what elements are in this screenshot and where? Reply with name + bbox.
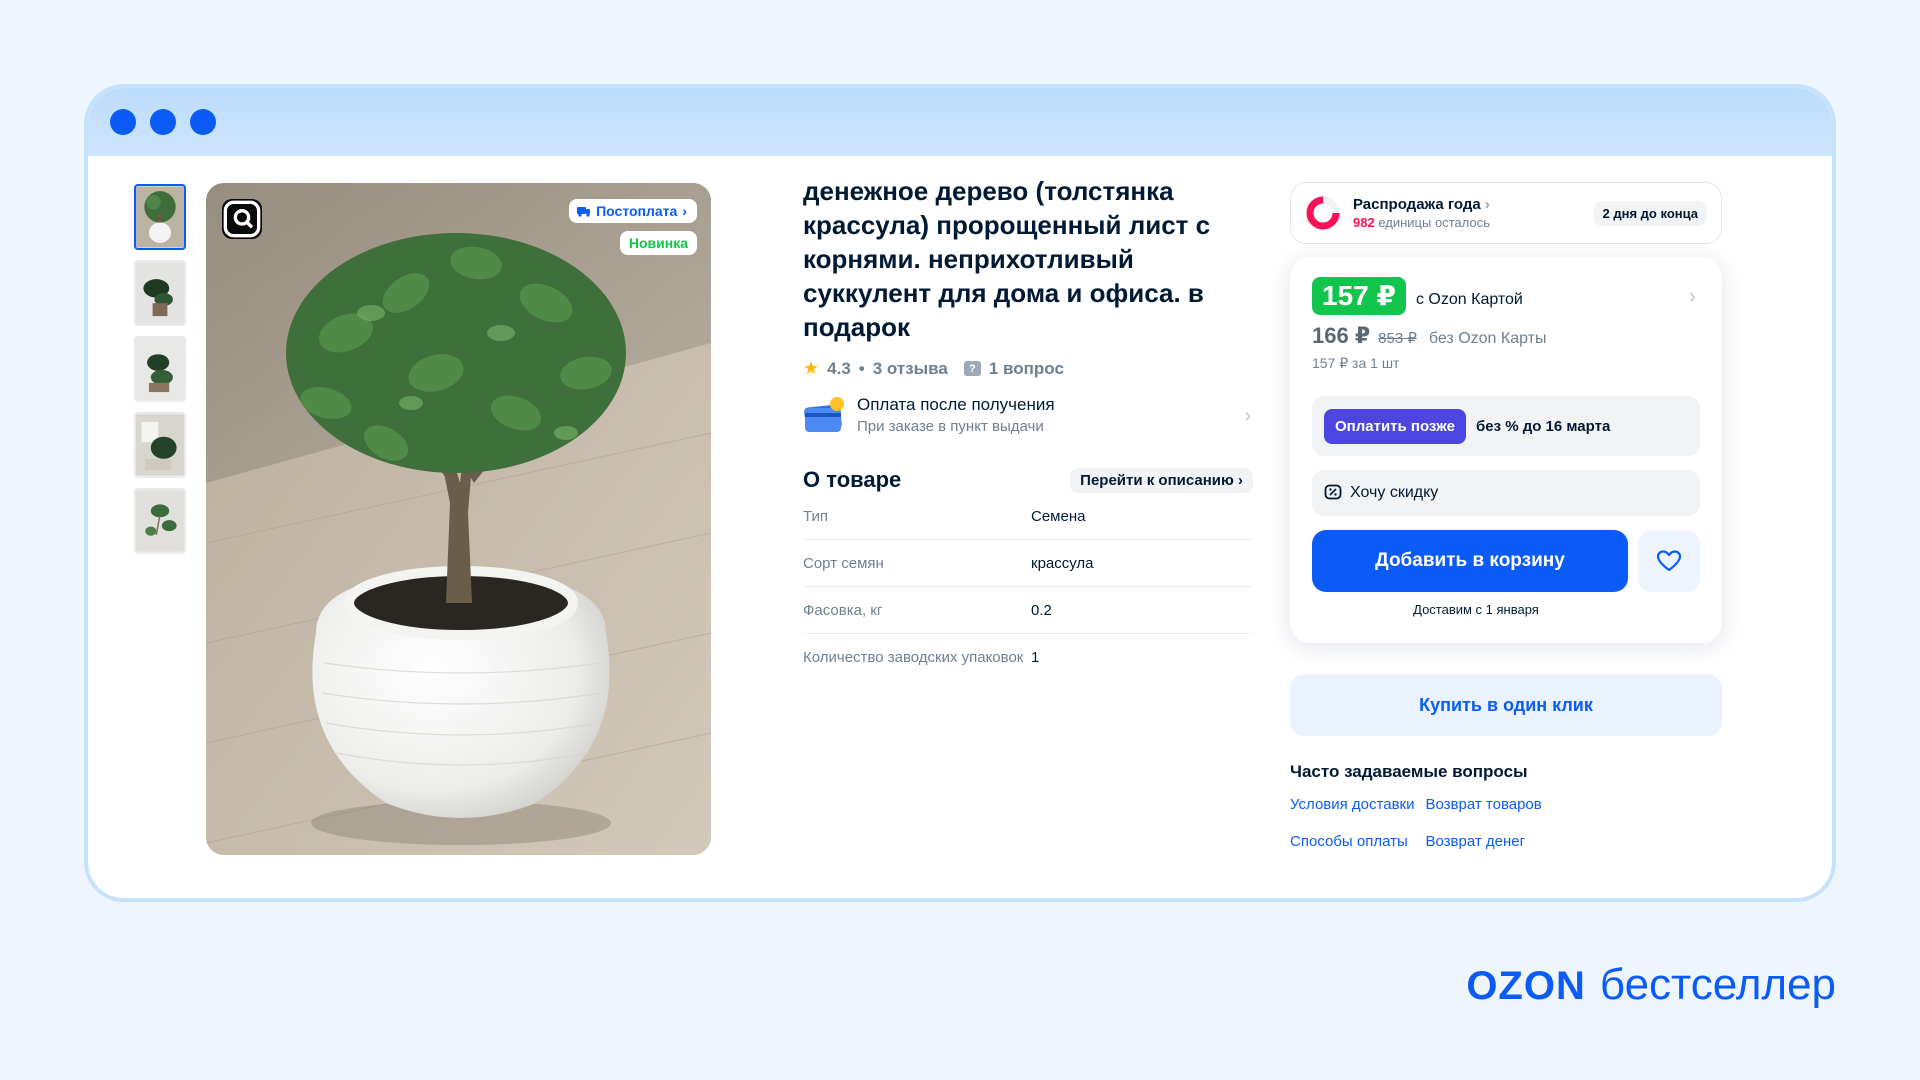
heart-icon xyxy=(1656,550,1682,572)
thumbnail-2[interactable] xyxy=(134,260,186,326)
ozon-card-label: с Ozon Картой xyxy=(1415,291,1523,308)
truck-icon xyxy=(577,205,591,217)
sale-progress-icon xyxy=(1306,196,1340,230)
spec-key: Фасовка, кг xyxy=(803,602,883,619)
about-header: О товаре Перейти к описанию › xyxy=(803,467,1253,493)
spec-key: Тип xyxy=(803,508,829,525)
question-icon: ? xyxy=(963,361,981,376)
want-discount-button[interactable]: Хочу скидку xyxy=(1312,470,1700,516)
product-info: денежное дерево (толстянка крассула) про… xyxy=(803,174,1253,680)
faq-link-delivery[interactable]: Условия доставки xyxy=(1290,796,1414,813)
faq-section: Часто задаваемые вопросы Условия доставк… xyxy=(1290,762,1722,850)
payment-after-receipt[interactable]: Оплата после получения При заказе в пунк… xyxy=(803,395,1253,435)
sale-banner[interactable]: Распродажа года › 982 единицы осталось 2… xyxy=(1290,182,1722,244)
spec-key: Сорт семян xyxy=(803,555,884,572)
discount-icon xyxy=(1324,484,1342,500)
chevron-right-icon: › xyxy=(1238,471,1243,489)
price-card: 157 ₽ с Ozon Картой › 166 ₽ 853 ₽ без Oz… xyxy=(1290,257,1722,643)
product-title: денежное дерево (толстянка крассула) про… xyxy=(803,176,1211,342)
reviews-link[interactable]: 3 отзыва xyxy=(873,359,948,379)
image-search-button[interactable] xyxy=(222,199,262,239)
ozon-card-price: 157 ₽ xyxy=(1312,277,1406,315)
spec-row: Количество заводских упаковок 1 xyxy=(803,634,1253,680)
unit-price: 157 ₽ за 1 шт xyxy=(1312,355,1400,371)
star-icon: ★ xyxy=(803,358,820,378)
spec-value: Семена xyxy=(1031,508,1086,525)
regular-price-row: 166 ₽ 853 ₽ без Ozon Карты xyxy=(1312,323,1700,349)
chevron-right-icon: › xyxy=(682,203,687,219)
old-price: 853 ₽ xyxy=(1378,330,1417,347)
faq-links: Условия доставки Возврат товаров Способы… xyxy=(1290,796,1722,850)
rating-value: 4.3 xyxy=(827,358,851,378)
rating-separator: • xyxy=(858,358,865,378)
pay-later-button[interactable]: Оплатить позже xyxy=(1324,408,1466,444)
spec-row: Тип Семена xyxy=(803,493,1253,540)
postpay-badge-label: Постоплата xyxy=(596,203,678,219)
faq-link-payment-methods[interactable]: Способы оплаты xyxy=(1290,833,1414,850)
regular-price: 166 ₽ xyxy=(1312,323,1371,348)
rating-row[interactable]: ★ 4.3 • 3 отзыва ? 1 вопрос xyxy=(803,358,1253,379)
sale-remaining-count: 982 xyxy=(1353,215,1375,230)
want-discount-label: Хочу скидку xyxy=(1350,484,1439,501)
chevron-right-icon: › xyxy=(1244,405,1251,427)
thumbnail-3[interactable] xyxy=(134,336,186,402)
window-dot-icon[interactable] xyxy=(150,109,176,135)
no-card-label: без Ozon Карты xyxy=(1428,330,1547,347)
faq-link-returns[interactable]: Возврат товаров xyxy=(1425,796,1541,813)
spec-row: Сорт семян крассула xyxy=(803,540,1253,587)
add-to-cart-button[interactable]: Добавить в корзину xyxy=(1312,530,1628,592)
browser-window: Постоплата › Новинка денежное дерево (то… xyxy=(84,84,1836,902)
spec-value: крассула xyxy=(1031,555,1094,572)
chevron-right-icon: › xyxy=(1688,283,1696,308)
spec-list: Тип Семена Сорт семян крассула Фасовка, … xyxy=(803,493,1253,680)
brand-bestseller: бестселлер xyxy=(1599,960,1836,1009)
postpay-badge[interactable]: Постоплата › xyxy=(569,199,697,223)
pay-later-box[interactable]: Оплатить позже без % до 16 марта xyxy=(1312,396,1700,456)
thumbnail-list xyxy=(134,184,190,564)
sale-title: Распродажа года xyxy=(1353,196,1481,213)
spec-value: 0.2 xyxy=(1031,602,1052,619)
window-dot-icon[interactable] xyxy=(190,109,216,135)
sale-days-left: 2 дня до конца xyxy=(1593,200,1707,226)
ozon-card-price-row[interactable]: 157 ₽ с Ozon Картой › xyxy=(1312,277,1700,315)
delivery-date: Доставим с 1 января xyxy=(1413,602,1539,617)
go-to-description-label: Перейти к описанию xyxy=(1080,471,1234,489)
faq-link-refund[interactable]: Возврат денег xyxy=(1425,833,1541,850)
payment-title: Оплата после получения xyxy=(857,395,1055,414)
about-title: О товаре xyxy=(803,467,902,492)
faq-title: Часто задаваемые вопросы xyxy=(1290,762,1528,781)
product-page: Постоплата › Новинка денежное дерево (то… xyxy=(88,156,1832,898)
thumbnail-5[interactable] xyxy=(134,488,186,554)
thumbnail-4[interactable] xyxy=(134,412,186,478)
new-badge: Новинка xyxy=(619,231,697,255)
card-icon xyxy=(803,396,845,434)
main-product-photo[interactable]: Постоплата › Новинка xyxy=(206,183,711,855)
go-to-description-button[interactable]: Перейти к описанию › xyxy=(1070,467,1253,493)
buy-row: Добавить в корзину xyxy=(1312,530,1700,592)
sale-remaining-label: единицы осталось xyxy=(1378,215,1490,230)
spec-value: 1 xyxy=(1031,649,1040,666)
brand-ozon: OZON xyxy=(1466,964,1586,1008)
payment-subtitle: При заказе в пункт выдачи xyxy=(857,418,1044,435)
ozon-bestseller-logo: OZON бестселлер xyxy=(1466,960,1836,1010)
chevron-right-icon: › xyxy=(1484,196,1490,213)
window-title-bar xyxy=(88,88,1832,156)
spec-key: Количество заводских упаковок xyxy=(803,649,1024,666)
spec-row: Фасовка, кг 0.2 xyxy=(803,587,1253,634)
lens-search-icon xyxy=(223,200,261,238)
window-dot-icon[interactable] xyxy=(110,109,136,135)
questions-link[interactable]: 1 вопрос xyxy=(989,359,1064,379)
pay-later-text: без % до 16 марта xyxy=(1475,417,1611,435)
buy-one-click-button[interactable]: Купить в один клик xyxy=(1290,674,1722,736)
favorite-button[interactable] xyxy=(1638,530,1700,592)
thumbnail-1[interactable] xyxy=(134,184,186,250)
